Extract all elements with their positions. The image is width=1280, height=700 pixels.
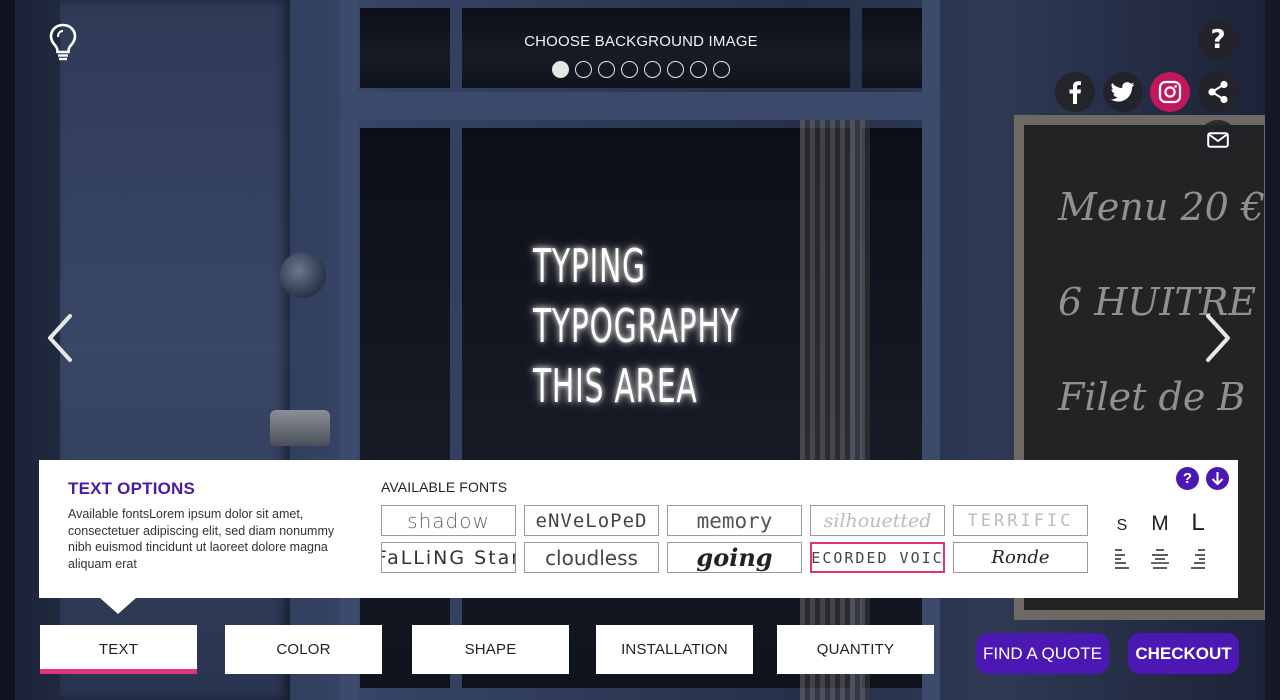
background-dot[interactable] — [713, 61, 730, 78]
background-dots — [490, 61, 792, 78]
lightbulb-icon[interactable] — [46, 22, 80, 62]
sign-line: TYPOGRAPHY — [533, 299, 740, 353]
panel-pointer — [100, 598, 136, 614]
font-option-ronde[interactable]: Ronde — [953, 542, 1088, 573]
font-option-recorded-voice[interactable]: RECORDED VOICE — [810, 542, 945, 573]
background-dot[interactable] — [621, 61, 638, 78]
alignment-selector — [1103, 546, 1217, 572]
background-chooser: CHOOSE BACKGROUND IMAGE — [490, 33, 792, 78]
background-dot[interactable] — [598, 61, 615, 78]
background-dot[interactable] — [667, 61, 684, 78]
background-dot[interactable] — [575, 61, 592, 78]
font-option-enveloped[interactable]: eNVeLoPeD — [524, 505, 659, 536]
size-large-button[interactable]: L — [1179, 509, 1217, 537]
align-right-icon — [1191, 549, 1205, 569]
mail-button[interactable] — [1198, 120, 1238, 160]
instagram-icon — [1158, 80, 1182, 104]
align-center-button[interactable] — [1141, 546, 1179, 572]
text-options-title: TEXT OPTIONS — [68, 479, 196, 498]
font-option-memory[interactable]: memory — [667, 505, 802, 536]
twitter-button[interactable] — [1103, 72, 1143, 112]
previous-background-button[interactable] — [42, 310, 78, 366]
next-background-button[interactable] — [1200, 310, 1236, 366]
align-right-button[interactable] — [1179, 546, 1217, 572]
font-option-shadow[interactable]: shadow — [381, 505, 516, 536]
checkout-button[interactable]: CHECKOUT — [1128, 633, 1239, 674]
size-selector: S M L — [1103, 509, 1217, 537]
background-dot[interactable] — [644, 61, 661, 78]
share-button[interactable] — [1198, 72, 1238, 112]
door-knob — [280, 252, 326, 298]
background-chooser-label: CHOOSE BACKGROUND IMAGE — [524, 33, 758, 50]
align-left-button[interactable] — [1103, 546, 1141, 572]
font-option-silhouetted[interactable]: silhouetted — [810, 505, 945, 536]
photo-edge-left — [0, 0, 15, 700]
text-options-description: Available fontsLorem ipsum dolor sit ame… — [68, 507, 335, 571]
facebook-icon — [1069, 81, 1081, 104]
panel-help-button[interactable]: ? — [1176, 467, 1199, 490]
tab-shape[interactable]: SHAPE — [412, 625, 569, 674]
tab-text[interactable]: TEXT — [40, 625, 197, 674]
size-small-button[interactable]: S — [1103, 509, 1141, 537]
font-option-terrific[interactable]: TERRIFIC — [953, 505, 1088, 536]
chevron-left-icon — [48, 314, 72, 362]
align-center-icon — [1151, 549, 1169, 569]
sign-line: THIS AREA — [533, 359, 698, 413]
curtain — [800, 120, 870, 700]
tab-quantity[interactable]: QUANTITY — [777, 625, 934, 674]
chevron-right-icon — [1206, 314, 1230, 362]
available-fonts-label: AVAILABLE FONTS — [381, 479, 508, 495]
arrow-down-icon — [1211, 472, 1224, 485]
help-icon: ? — [1182, 470, 1193, 487]
font-option-going[interactable]: going — [667, 542, 802, 573]
door-handle — [270, 410, 330, 446]
align-left-icon — [1115, 549, 1129, 569]
facebook-button[interactable] — [1055, 72, 1095, 112]
text-options-panel: TEXT OPTIONS Available fontsLorem ipsum … — [39, 460, 1238, 598]
font-option-falling-star[interactable]: FaLLiNG Star — [381, 542, 516, 573]
background-dot[interactable] — [552, 61, 569, 78]
size-medium-button[interactable]: M — [1141, 509, 1179, 537]
chalk-line: 6 HUITRE — [1058, 280, 1257, 324]
window-pane — [862, 128, 922, 688]
chalk-line: Filet de B — [1058, 375, 1246, 419]
chalkboard-text: Menu 20 € 6 HUITRE Filet de B — [1058, 160, 1278, 445]
sign-line: TYPING — [533, 239, 646, 293]
find-a-quote-button[interactable]: FIND A QUOTE — [976, 633, 1109, 674]
instagram-button[interactable] — [1150, 72, 1190, 112]
window-rail — [340, 92, 940, 120]
window-pane — [360, 8, 450, 88]
tab-installation[interactable]: INSTALLATION — [596, 625, 753, 674]
tab-color[interactable]: COLOR — [225, 625, 382, 674]
mail-icon — [1207, 132, 1229, 148]
window-pane — [360, 128, 450, 688]
font-option-cloudless[interactable]: cloudless — [524, 542, 659, 573]
window-pane — [862, 8, 922, 88]
chalk-line: Menu 20 € — [1058, 185, 1266, 229]
panel-download-button[interactable] — [1206, 467, 1229, 490]
photo-edge-right — [1265, 0, 1280, 700]
help-button[interactable]: ? — [1198, 20, 1238, 60]
font-grid: shadow eNVeLoPeD memory silhouetted TERR… — [381, 505, 1088, 573]
sign-preview-text: TYPING TYPOGRAPHY THIS AREA — [533, 236, 740, 416]
help-icon: ? — [1210, 25, 1226, 55]
background-dot[interactable] — [690, 61, 707, 78]
panel-icons: ? — [1176, 467, 1229, 490]
twitter-icon — [1111, 82, 1135, 102]
share-icon — [1208, 80, 1228, 104]
